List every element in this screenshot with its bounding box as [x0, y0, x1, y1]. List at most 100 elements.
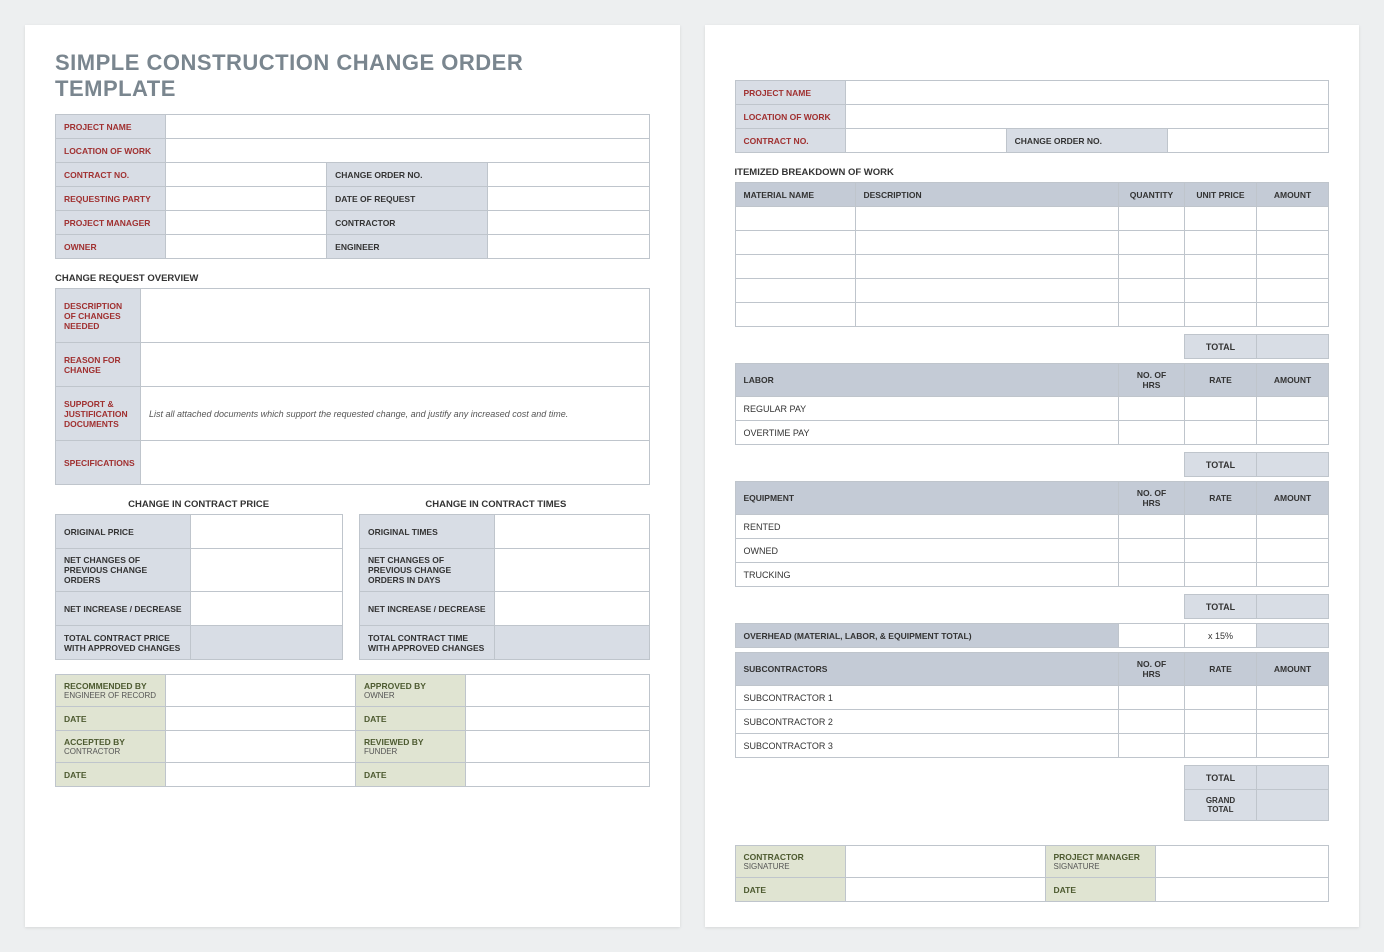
field-change-order-no[interactable] [488, 163, 649, 187]
mat-total[interactable] [1257, 335, 1329, 359]
field-netinc-times[interactable] [495, 592, 650, 626]
field-requesting-party[interactable] [166, 187, 327, 211]
field2-ono[interactable] [1167, 129, 1328, 153]
lbl-project-name: PROJECT NAME [56, 115, 166, 139]
mat-row[interactable] [735, 279, 855, 303]
row-sub2: SUBCONTRACTOR 2 [735, 710, 1119, 734]
field-pmdate[interactable] [1155, 878, 1329, 902]
times-title: CHANGE IN CONTRACT TIMES [352, 499, 649, 510]
field-engineer[interactable] [488, 235, 649, 259]
labor-total[interactable] [1257, 453, 1329, 477]
field2-project[interactable] [845, 81, 1329, 105]
field-contractor[interactable] [488, 211, 649, 235]
field-netprev-price[interactable] [191, 549, 343, 592]
field-netprev-times[interactable] [495, 549, 650, 592]
lbl-desc: DESCRIPTION OF CHANGES NEEDED [56, 289, 141, 343]
field-orig-price[interactable] [191, 515, 343, 549]
field-specs[interactable] [141, 441, 650, 485]
equipment-table: EQUIPMENT NO. OF HRS RATE AMOUNT RENTED … [735, 481, 1330, 619]
field-pm[interactable] [166, 211, 327, 235]
grand-total[interactable] [1257, 790, 1329, 821]
overhead-table: OVERHEAD (MATERIAL, LABOR, & EQUIPMENT T… [735, 623, 1330, 648]
field-rev-date[interactable] [466, 763, 650, 787]
field-pmsig[interactable] [1155, 846, 1329, 878]
lbl-total-price: TOTAL CONTRACT PRICE WITH APPROVED CHANG… [56, 626, 191, 660]
lbl2-project: PROJECT NAME [735, 81, 845, 105]
lbl-rev-by: REVIEWED BYFUNDER [356, 731, 466, 763]
field-rev-by[interactable] [466, 731, 650, 763]
lbl-date-request: DATE OF REQUEST [327, 187, 488, 211]
signatures-table: CONTRACTORSIGNATURE PROJECT MANAGERSIGNA… [735, 845, 1330, 902]
field-acc-date[interactable] [166, 763, 356, 787]
field-oh-hrs[interactable] [1119, 624, 1185, 648]
lbl-pct: x 15% [1185, 624, 1257, 648]
col-desc: DESCRIPTION [855, 183, 1119, 207]
labor-total-lbl: TOTAL [1185, 453, 1257, 477]
field2-loc[interactable] [845, 105, 1329, 129]
lbl-pmsig: PROJECT MANAGERSIGNATURE [1045, 846, 1155, 878]
lbl-overhead: OVERHEAD (MATERIAL, LABOR, & EQUIPMENT T… [735, 624, 1119, 648]
mat-row[interactable] [735, 255, 855, 279]
field-total-times[interactable] [495, 626, 650, 660]
equip-total-lbl: TOTAL [1185, 595, 1257, 619]
mat-total-lbl: TOTAL [1185, 335, 1257, 359]
field-netinc-price[interactable] [191, 592, 343, 626]
field2-cno[interactable] [845, 129, 1006, 153]
field-support[interactable]: List all attached documents which suppor… [141, 387, 650, 441]
overhead-amt[interactable] [1257, 624, 1329, 648]
lbl2-cno: CONTRACT NO. [735, 129, 845, 153]
lbl-cdate: DATE [735, 878, 845, 902]
lbl-change-order-no: CHANGE ORDER NO. [327, 163, 488, 187]
field-cdate[interactable] [845, 878, 1045, 902]
lbl-subs: SUBCONTRACTORS [735, 653, 1119, 686]
field-project-name[interactable] [166, 115, 650, 139]
lbl-reason: REASON FOR CHANGE [56, 343, 141, 387]
field-desc[interactable] [141, 289, 650, 343]
mat-row[interactable] [735, 231, 855, 255]
lbl-specs: SPECIFICATIONS [56, 441, 141, 485]
lbl-support: SUPPORT & JUSTIFICATION DOCUMENTS [56, 387, 141, 441]
lbl-rec-by: RECOMMENDED BYENGINEER OF RECORD [56, 675, 166, 707]
lbl-rec-date: DATE [56, 707, 166, 731]
lbl-pmdate: DATE [1045, 878, 1155, 902]
lbl-orig-price: ORIGINAL PRICE [56, 515, 191, 549]
field-acc-by[interactable] [166, 731, 356, 763]
lbl-contract-no: CONTRACT NO. [56, 163, 166, 187]
field-csig[interactable] [845, 846, 1045, 878]
lbl-rev-date: DATE [356, 763, 466, 787]
field-orig-times[interactable] [495, 515, 650, 549]
lbl-orig-times: ORIGINAL TIMES [360, 515, 495, 549]
lbl-requesting-party: REQUESTING PARTY [56, 187, 166, 211]
price-times-table: ORIGINAL PRICE ORIGINAL TIMES NET CHANGE… [55, 514, 650, 660]
mat-row[interactable] [735, 303, 855, 327]
field-app-date[interactable] [466, 707, 650, 731]
field-rec-date[interactable] [166, 707, 356, 731]
row-owned: OWNED [735, 539, 1119, 563]
lbl2-loc: LOCATION OF WORK [735, 105, 845, 129]
lbl-app-by: APPROVED BYOWNER [356, 675, 466, 707]
mat-row[interactable] [735, 207, 855, 231]
field-location[interactable] [166, 139, 650, 163]
change-titles: CHANGE IN CONTRACT PRICE CHANGE IN CONTR… [55, 499, 650, 510]
field-owner[interactable] [166, 235, 327, 259]
page-title: SIMPLE CONSTRUCTION CHANGE ORDER TEMPLAT… [55, 50, 650, 102]
row-sub3: SUBCONTRACTOR 3 [735, 734, 1119, 758]
row-rented: RENTED [735, 515, 1119, 539]
field-rec-by[interactable] [166, 675, 356, 707]
field-date-request[interactable] [488, 187, 649, 211]
field-app-by[interactable] [466, 675, 650, 707]
grand-total-lbl: GRAND TOTAL [1185, 790, 1257, 821]
page-2: PROJECT NAME LOCATION OF WORK CONTRACT N… [705, 25, 1360, 927]
subs-total[interactable] [1257, 766, 1329, 790]
field-contract-no[interactable] [166, 163, 327, 187]
row-regular: REGULAR PAY [735, 397, 1119, 421]
lbl-hrs: NO. OF HRS [1119, 364, 1185, 397]
row-sub1: SUBCONTRACTOR 1 [735, 686, 1119, 710]
field-total-price[interactable] [191, 626, 343, 660]
overview-heading: CHANGE REQUEST OVERVIEW [55, 273, 650, 284]
col-amt: AMOUNT [1257, 183, 1329, 207]
field-reason[interactable] [141, 343, 650, 387]
lbl-netinc-times: NET INCREASE / DECREASE [360, 592, 495, 626]
equip-total[interactable] [1257, 595, 1329, 619]
labor-table: LABOR NO. OF HRS RATE AMOUNT REGULAR PAY… [735, 363, 1330, 477]
